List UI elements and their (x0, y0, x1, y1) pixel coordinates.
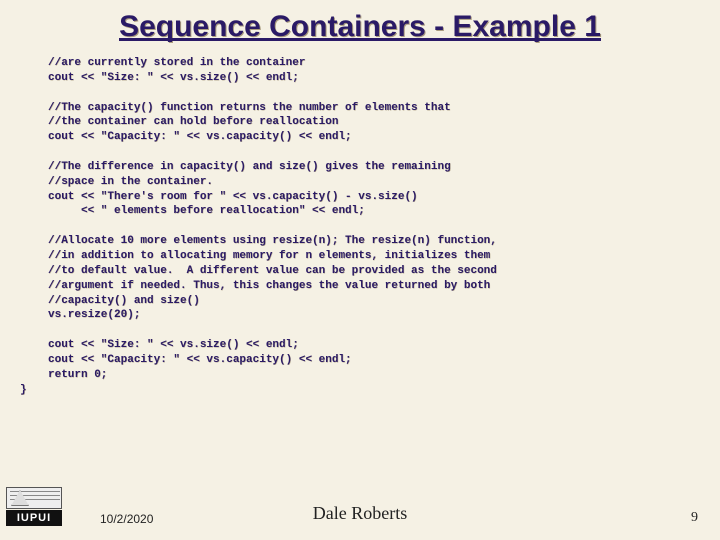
slide-title-text: Sequence Containers - Example 1 (119, 10, 601, 44)
slide-title: Sequence Containers - Example 1 (0, 0, 720, 44)
slide: Sequence Containers - Example 1 //are cu… (0, 0, 720, 540)
code-closing-brace: } (20, 384, 27, 396)
code-block: //are currently stored in the container … (0, 44, 720, 397)
footer: IUPUI 10/2/2020 Dale Roberts 9 (0, 498, 720, 530)
footer-author: Dale Roberts (0, 503, 720, 524)
code-body: //are currently stored in the container … (48, 57, 497, 381)
page-number: 9 (691, 510, 698, 526)
